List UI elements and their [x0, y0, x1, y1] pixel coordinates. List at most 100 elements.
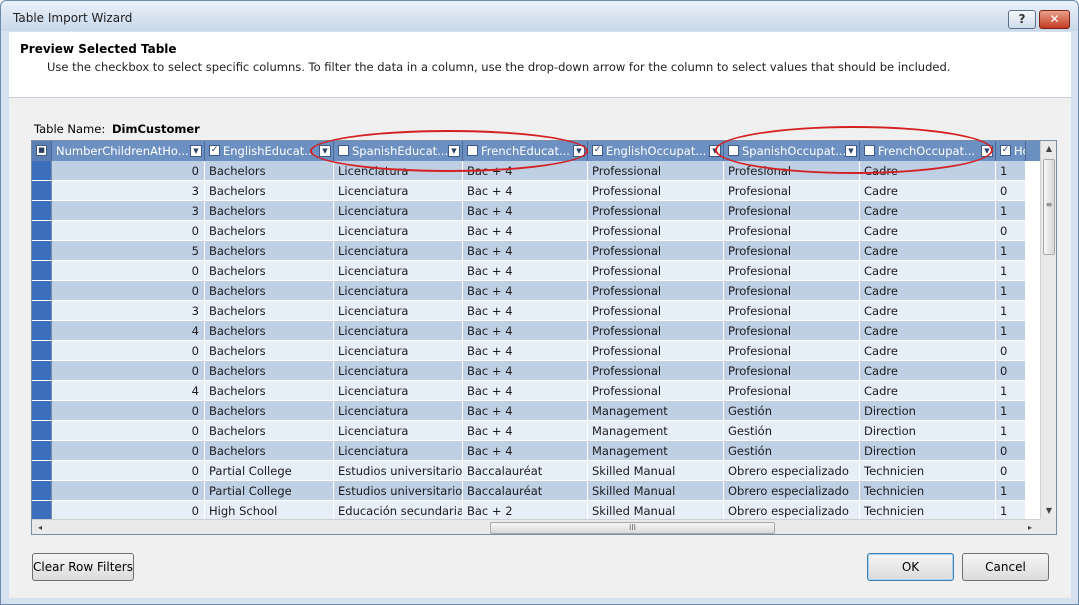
table-cell: Cadre — [860, 301, 996, 321]
row-header[interactable] — [32, 421, 52, 441]
vertical-scrollbar[interactable]: ▲ ≡ ▼ — [1040, 141, 1056, 519]
ok-button[interactable]: OK — [867, 553, 954, 581]
table-cell: 1 — [996, 241, 1026, 261]
column-header[interactable]: ✓Ho — [996, 141, 1026, 161]
filter-dropdown-icon[interactable]: ▼ — [981, 145, 993, 157]
select-all-checkbox[interactable]: ■ — [36, 145, 47, 156]
filter-dropdown-icon[interactable]: ▼ — [190, 145, 202, 157]
table-row[interactable]: 4 Bachelors Licenciatura Bac + 4 Professiona… — [32, 381, 1042, 401]
table-cell: Profesional — [724, 241, 860, 261]
table-row[interactable]: 0 Bachelors Licenciatura Bac + 4 Professiona… — [32, 361, 1042, 381]
grid-body: 0 Bachelors Licenciatura Bac + 4 Professiona… — [32, 161, 1042, 521]
page-title: Preview Selected Table — [20, 42, 177, 56]
table-row[interactable]: 0 Bachelors Licenciatura Bac + 4 Management G… — [32, 441, 1042, 461]
close-button[interactable]: ✕ — [1039, 10, 1070, 29]
select-all-corner[interactable]: ■ — [32, 141, 52, 161]
table-row[interactable]: 0 Bachelors Licenciatura Bac + 4 Management G… — [32, 421, 1042, 441]
row-header[interactable] — [32, 481, 52, 501]
scroll-down-icon[interactable]: ▼ — [1041, 503, 1056, 519]
row-header[interactable] — [32, 501, 52, 521]
cancel-button[interactable]: Cancel — [962, 553, 1049, 581]
column-header[interactable]: NumberChildrenAtHo... ▼ — [52, 141, 205, 161]
column-checkbox[interactable]: ✓ — [209, 145, 220, 156]
table-cell: Licenciatura — [334, 261, 463, 281]
column-header-label: FrenchOccupat... — [878, 144, 976, 158]
table-cell: 5 — [52, 241, 205, 261]
table-cell: Bachelors — [205, 281, 334, 301]
row-header[interactable] — [32, 241, 52, 261]
filter-dropdown-icon[interactable]: ▼ — [573, 145, 585, 157]
column-checkbox[interactable]: ✓ — [1000, 145, 1011, 156]
column-header[interactable]: FrenchOccupat... ▼ — [860, 141, 996, 161]
table-name-value: DimCustomer — [112, 122, 200, 136]
table-cell: 1 — [996, 261, 1026, 281]
scroll-right-icon[interactable]: ▸ — [1022, 520, 1038, 534]
table-row[interactable]: 5 Bachelors Licenciatura Bac + 4 Professiona… — [32, 241, 1042, 261]
row-header[interactable] — [32, 281, 52, 301]
table-cell: Estudios universitario... — [334, 481, 463, 501]
row-header[interactable] — [32, 341, 52, 361]
table-row[interactable]: 0 Bachelors Licenciatura Bac + 4 Professiona… — [32, 341, 1042, 361]
vertical-scroll-thumb[interactable]: ≡ — [1043, 159, 1055, 255]
column-header-label: EnglishOccupat... — [606, 144, 707, 158]
filter-dropdown-icon[interactable]: ▼ — [709, 145, 721, 157]
table-cell: Cadre — [860, 181, 996, 201]
column-checkbox[interactable] — [467, 145, 478, 156]
table-cell: Cadre — [860, 221, 996, 241]
table-cell: 0 — [996, 181, 1026, 201]
table-cell: Cadre — [860, 161, 996, 181]
row-header[interactable] — [32, 441, 52, 461]
filter-dropdown-icon[interactable]: ▼ — [845, 145, 857, 157]
scroll-left-icon[interactable]: ◂ — [32, 520, 48, 534]
column-checkbox[interactable]: ✓ — [592, 145, 603, 156]
table-cell: Bachelors — [205, 181, 334, 201]
column-header[interactable]: SpanishOccupat... ▼ — [724, 141, 860, 161]
column-header[interactable]: ✓ EnglishEducat... ▼ — [205, 141, 334, 161]
table-cell: Bac + 4 — [463, 421, 588, 441]
clear-row-filters-button[interactable]: Clear Row Filters — [32, 553, 134, 581]
horizontal-scroll-thumb[interactable]: III — [490, 522, 775, 534]
table-cell: Bachelors — [205, 381, 334, 401]
table-cell: Profesional — [724, 321, 860, 341]
table-row[interactable]: 0 Partial College Estudios universitario..… — [32, 481, 1042, 501]
wizard-body: Table Name: DimCustomer ■ NumberChildrenA… — [9, 98, 1071, 598]
table-cell: Bachelors — [205, 241, 334, 261]
row-header[interactable] — [32, 301, 52, 321]
table-row[interactable]: 0 Bachelors Licenciatura Bac + 4 Management G… — [32, 401, 1042, 421]
column-checkbox[interactable] — [338, 145, 349, 156]
scroll-up-icon[interactable]: ▲ — [1041, 141, 1056, 157]
table-row[interactable]: 0 Partial College Estudios universitario..… — [32, 461, 1042, 481]
row-header[interactable] — [32, 161, 52, 181]
table-row[interactable]: 3 Bachelors Licenciatura Bac + 4 Professiona… — [32, 201, 1042, 221]
column-checkbox[interactable] — [864, 145, 875, 156]
table-cell: Cadre — [860, 261, 996, 281]
table-row[interactable]: 3 Bachelors Licenciatura Bac + 4 Professiona… — [32, 181, 1042, 201]
help-button[interactable]: ? — [1008, 10, 1036, 29]
row-header[interactable] — [32, 361, 52, 381]
table-cell: Estudios universitario... — [334, 461, 463, 481]
filter-dropdown-icon[interactable]: ▼ — [319, 145, 331, 157]
filter-dropdown-icon[interactable]: ▼ — [448, 145, 460, 157]
row-header[interactable] — [32, 201, 52, 221]
row-header[interactable] — [32, 181, 52, 201]
column-header[interactable]: SpanishEducat... ▼ — [334, 141, 463, 161]
row-header[interactable] — [32, 221, 52, 241]
column-checkbox[interactable] — [728, 145, 739, 156]
table-row[interactable]: 0 Bachelors Licenciatura Bac + 4 Professiona… — [32, 221, 1042, 241]
table-row[interactable]: 0 Bachelors Licenciatura Bac + 4 Professiona… — [32, 261, 1042, 281]
row-header[interactable] — [32, 461, 52, 481]
row-header[interactable] — [32, 401, 52, 421]
row-header[interactable] — [32, 261, 52, 281]
column-header[interactable]: FrenchEducat... ▼ — [463, 141, 588, 161]
row-header[interactable] — [32, 381, 52, 401]
table-row[interactable]: 3 Bachelors Licenciatura Bac + 4 Professiona… — [32, 301, 1042, 321]
horizontal-scrollbar[interactable]: ◂ III ▸ — [32, 519, 1040, 534]
table-cell: Profesional — [724, 301, 860, 321]
table-row[interactable]: 4 Bachelors Licenciatura Bac + 4 Professiona… — [32, 321, 1042, 341]
row-header[interactable] — [32, 321, 52, 341]
table-row[interactable]: 0 Bachelors Licenciatura Bac + 4 Professiona… — [32, 281, 1042, 301]
table-row[interactable]: 0 High School Educación secundaria Bac + 2S… — [32, 501, 1042, 521]
table-cell: Cadre — [860, 361, 996, 381]
column-header[interactable]: ✓ EnglishOccupat... ▼ — [588, 141, 724, 161]
table-row[interactable]: 0 Bachelors Licenciatura Bac + 4 Professiona… — [32, 161, 1042, 181]
